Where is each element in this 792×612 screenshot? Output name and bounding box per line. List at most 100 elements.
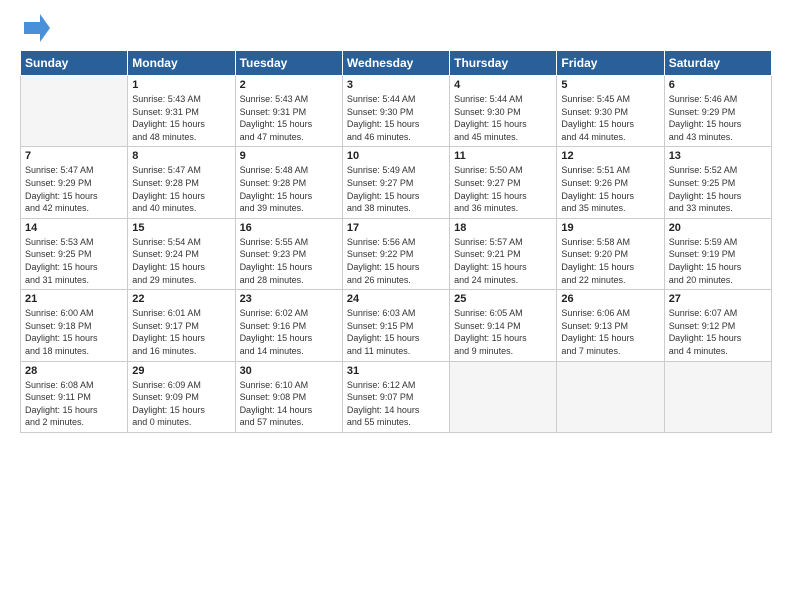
day-number: 10 [347,150,445,162]
day-number: 15 [132,222,230,234]
calendar-day-30: 30 Sunrise: 6:10 AM Sunset: 9:08 PM Dayli… [235,361,342,432]
calendar-empty-cell [557,361,664,432]
day-info: Sunrise: 6:00 AM Sunset: 9:18 PM Dayligh… [25,307,123,357]
calendar-empty-cell [21,76,128,147]
weekday-header-friday: Friday [557,51,664,76]
day-info: Sunrise: 6:05 AM Sunset: 9:14 PM Dayligh… [454,307,552,357]
calendar-week-row: 21 Sunrise: 6:00 AM Sunset: 9:18 PM Dayli… [21,290,772,361]
calendar-day-14: 14 Sunrise: 5:53 AM Sunset: 9:25 PM Dayli… [21,218,128,289]
day-number: 21 [25,293,123,305]
day-number: 31 [347,365,445,377]
calendar-day-1: 1Sunrise: 5:43 AM Sunset: 9:31 PM Daylig… [128,76,235,147]
day-info: Sunrise: 5:58 AM Sunset: 9:20 PM Dayligh… [561,236,659,286]
calendar-day-23: 23Sunrise: 6:02 AM Sunset: 9:16 PM Dayli… [235,290,342,361]
day-number: 8 [132,150,230,162]
day-info: Sunrise: 6:09 AM Sunset: 9:09 PM Dayligh… [132,379,230,429]
day-info: Sunrise: 5:53 AM Sunset: 9:25 PM Dayligh… [25,236,123,286]
day-number: 2 [240,79,338,91]
day-info: Sunrise: 5:49 AM Sunset: 9:27 PM Dayligh… [347,164,445,214]
logo [20,18,50,42]
day-info: Sunrise: 5:56 AM Sunset: 9:22 PM Dayligh… [347,236,445,286]
weekday-header-sunday: Sunday [21,51,128,76]
calendar-day-29: 29 Sunrise: 6:09 AM Sunset: 9:09 PM Dayli… [128,361,235,432]
calendar-day-17: 17 Sunrise: 5:56 AM Sunset: 9:22 PM Dayli… [342,218,449,289]
day-number: 24 [347,293,445,305]
calendar-day-31: 31 Sunrise: 6:12 AM Sunset: 9:07 PM Dayli… [342,361,449,432]
logo-arrow-icon [24,14,50,42]
calendar-day-24: 24Sunrise: 6:03 AM Sunset: 9:15 PM Dayli… [342,290,449,361]
calendar-week-row: 28Sunrise: 6:08 AM Sunset: 9:11 PM Dayli… [21,361,772,432]
weekday-header-monday: Monday [128,51,235,76]
day-number: 27 [669,293,767,305]
day-info: Sunrise: 5:43 AM Sunset: 9:31 PM Dayligh… [240,93,338,143]
day-number: 17 [347,222,445,234]
calendar-week-row: 14 Sunrise: 5:53 AM Sunset: 9:25 PM Dayli… [21,218,772,289]
calendar-empty-cell [664,361,771,432]
calendar-week-row: 1Sunrise: 5:43 AM Sunset: 9:31 PM Daylig… [21,76,772,147]
day-info: Sunrise: 6:06 AM Sunset: 9:13 PM Dayligh… [561,307,659,357]
day-number: 6 [669,79,767,91]
calendar-day-12: 12Sunrise: 5:51 AM Sunset: 9:26 PM Dayli… [557,147,664,218]
day-number: 3 [347,79,445,91]
calendar-day-15: 15 Sunrise: 5:54 AM Sunset: 9:24 PM Dayli… [128,218,235,289]
calendar-day-11: 11 Sunrise: 5:50 AM Sunset: 9:27 PM Dayli… [450,147,557,218]
calendar-day-22: 22Sunrise: 6:01 AM Sunset: 9:17 PM Dayli… [128,290,235,361]
calendar-day-3: 3Sunrise: 5:44 AM Sunset: 9:30 PM Daylig… [342,76,449,147]
day-number: 13 [669,150,767,162]
day-number: 4 [454,79,552,91]
day-number: 29 [132,365,230,377]
day-number: 5 [561,79,659,91]
calendar-day-19: 19Sunrise: 5:58 AM Sunset: 9:20 PM Dayli… [557,218,664,289]
calendar-empty-cell [450,361,557,432]
calendar-day-7: 7Sunrise: 5:47 AM Sunset: 9:29 PM Daylig… [21,147,128,218]
calendar-day-25: 25 Sunrise: 6:05 AM Sunset: 9:14 PM Dayli… [450,290,557,361]
calendar-day-10: 10 Sunrise: 5:49 AM Sunset: 9:27 PM Dayli… [342,147,449,218]
day-number: 7 [25,150,123,162]
day-number: 12 [561,150,659,162]
calendar-day-8: 8 Sunrise: 5:47 AM Sunset: 9:28 PM Daylig… [128,147,235,218]
day-number: 20 [669,222,767,234]
day-info: Sunrise: 6:12 AM Sunset: 9:07 PM Dayligh… [347,379,445,429]
day-number: 23 [240,293,338,305]
calendar-week-row: 7Sunrise: 5:47 AM Sunset: 9:29 PM Daylig… [21,147,772,218]
day-info: Sunrise: 5:59 AM Sunset: 9:19 PM Dayligh… [669,236,767,286]
calendar-day-4: 4 Sunrise: 5:44 AM Sunset: 9:30 PM Daylig… [450,76,557,147]
day-info: Sunrise: 5:44 AM Sunset: 9:30 PM Dayligh… [454,93,552,143]
day-number: 14 [25,222,123,234]
calendar-day-26: 26Sunrise: 6:06 AM Sunset: 9:13 PM Dayli… [557,290,664,361]
day-number: 9 [240,150,338,162]
page: SundayMondayTuesdayWednesdayThursdayFrid… [0,0,792,612]
weekday-header-thursday: Thursday [450,51,557,76]
day-info: Sunrise: 5:52 AM Sunset: 9:25 PM Dayligh… [669,164,767,214]
day-info: Sunrise: 5:57 AM Sunset: 9:21 PM Dayligh… [454,236,552,286]
calendar-day-2: 2 Sunrise: 5:43 AM Sunset: 9:31 PM Daylig… [235,76,342,147]
calendar-day-21: 21 Sunrise: 6:00 AM Sunset: 9:18 PM Dayli… [21,290,128,361]
day-number: 30 [240,365,338,377]
day-info: Sunrise: 5:45 AM Sunset: 9:30 PM Dayligh… [561,93,659,143]
calendar-day-13: 13 Sunrise: 5:52 AM Sunset: 9:25 PM Dayli… [664,147,771,218]
day-number: 25 [454,293,552,305]
day-info: Sunrise: 5:47 AM Sunset: 9:28 PM Dayligh… [132,164,230,214]
day-info: Sunrise: 5:43 AM Sunset: 9:31 PM Dayligh… [132,93,230,143]
day-info: Sunrise: 5:50 AM Sunset: 9:27 PM Dayligh… [454,164,552,214]
calendar-day-5: 5 Sunrise: 5:45 AM Sunset: 9:30 PM Daylig… [557,76,664,147]
header [20,18,772,42]
day-info: Sunrise: 6:07 AM Sunset: 9:12 PM Dayligh… [669,307,767,357]
day-info: Sunrise: 6:01 AM Sunset: 9:17 PM Dayligh… [132,307,230,357]
calendar-day-20: 20 Sunrise: 5:59 AM Sunset: 9:19 PM Dayli… [664,218,771,289]
calendar-header-row: SundayMondayTuesdayWednesdayThursdayFrid… [21,51,772,76]
calendar-day-27: 27 Sunrise: 6:07 AM Sunset: 9:12 PM Dayli… [664,290,771,361]
calendar-day-28: 28Sunrise: 6:08 AM Sunset: 9:11 PM Dayli… [21,361,128,432]
calendar-day-18: 18 Sunrise: 5:57 AM Sunset: 9:21 PM Dayli… [450,218,557,289]
day-number: 18 [454,222,552,234]
calendar-day-6: 6Sunrise: 5:46 AM Sunset: 9:29 PM Daylig… [664,76,771,147]
day-info: Sunrise: 5:54 AM Sunset: 9:24 PM Dayligh… [132,236,230,286]
weekday-header-wednesday: Wednesday [342,51,449,76]
day-info: Sunrise: 6:10 AM Sunset: 9:08 PM Dayligh… [240,379,338,429]
day-number: 11 [454,150,552,162]
calendar-day-16: 16 Sunrise: 5:55 AM Sunset: 9:23 PM Dayli… [235,218,342,289]
weekday-header-tuesday: Tuesday [235,51,342,76]
day-info: Sunrise: 5:48 AM Sunset: 9:28 PM Dayligh… [240,164,338,214]
day-info: Sunrise: 5:55 AM Sunset: 9:23 PM Dayligh… [240,236,338,286]
day-number: 16 [240,222,338,234]
